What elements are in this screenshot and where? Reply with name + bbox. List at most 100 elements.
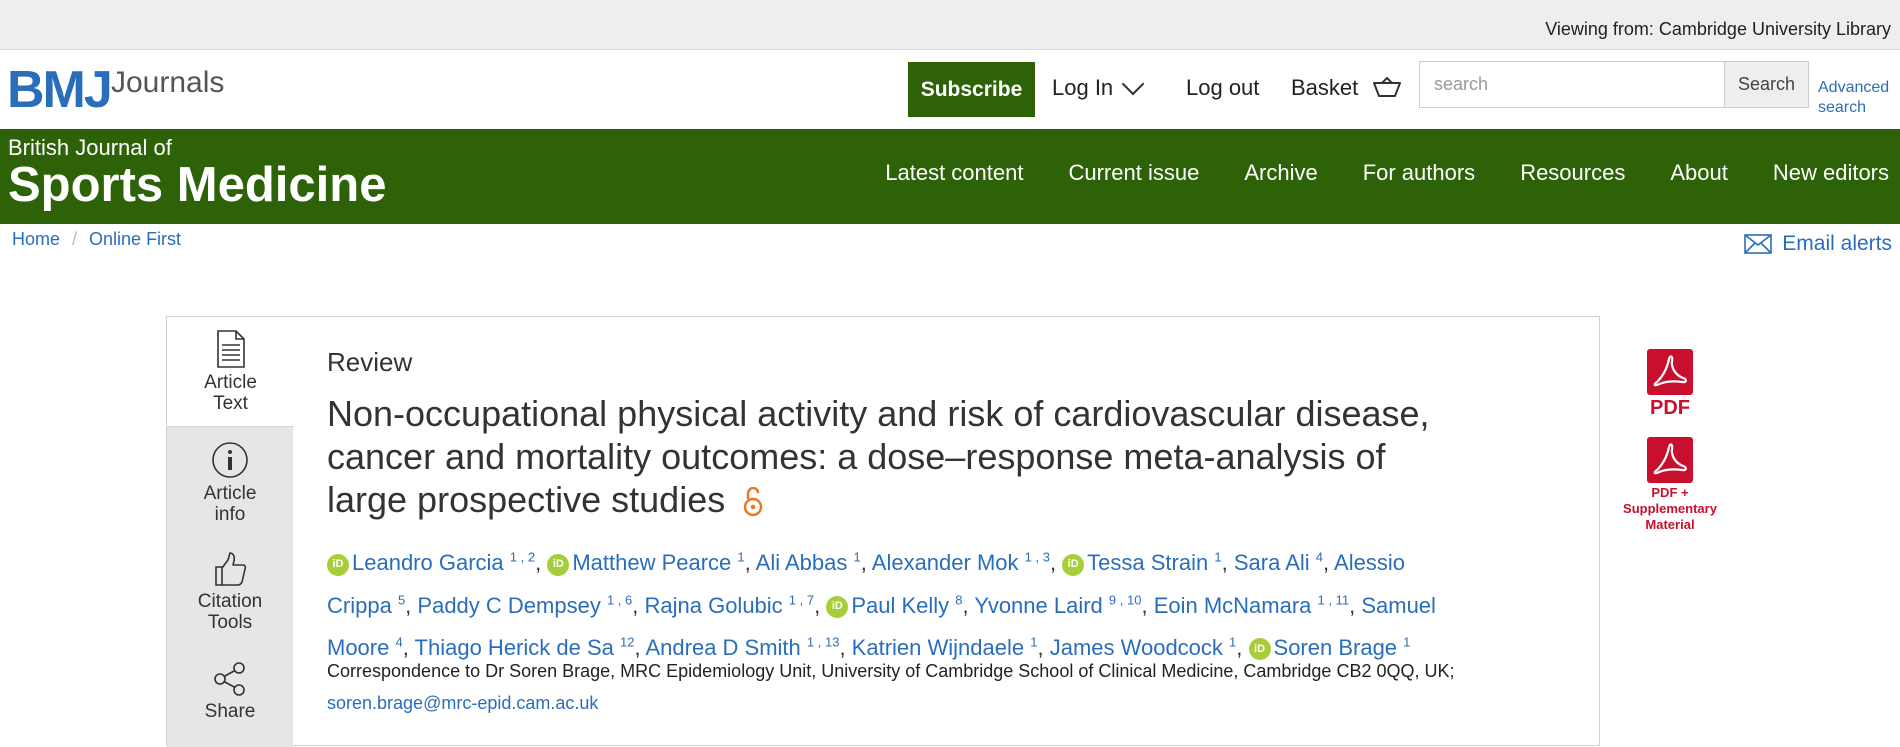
author-item: Sara Ali 4,: [1233, 550, 1335, 576]
basket-label: Basket: [1291, 75, 1359, 100]
pdf-supp-line2: Supplementary: [1623, 501, 1717, 516]
tab-citation-tools[interactable]: Citation Tools: [167, 551, 293, 633]
tab-article-info-line2: info: [214, 504, 246, 525]
logout-link[interactable]: Log out: [1186, 75, 1259, 101]
login-menu[interactable]: Log In: [1052, 72, 1145, 101]
author-link[interactable]: Yvonne Laird: [974, 593, 1102, 618]
author-item: Paddy C Dempsey 1 , 6,: [417, 592, 645, 618]
nav-current-issue[interactable]: Current issue: [1068, 160, 1199, 186]
pdf-download-button[interactable]: PDF: [1640, 349, 1700, 420]
author-affiliation[interactable]: 1 , 6: [607, 592, 632, 607]
orcid-icon[interactable]: iD: [547, 553, 570, 576]
article-type: Review: [327, 347, 413, 377]
search-form: Search: [1419, 61, 1809, 108]
author-affiliation[interactable]: 9 , 10: [1109, 592, 1142, 607]
author-affiliation[interactable]: 5: [398, 592, 405, 607]
author-link[interactable]: Matthew Pearce: [572, 550, 731, 575]
author-affiliation[interactable]: 1 , 11: [1318, 592, 1350, 607]
nav-for-authors[interactable]: For authors: [1363, 160, 1476, 186]
author-affiliation[interactable]: 1 , 13: [807, 635, 840, 650]
pdf-supp-line3: Material: [1645, 517, 1695, 532]
tab-citation-tools-line1: Citation: [197, 591, 263, 612]
search-button[interactable]: Search: [1724, 62, 1808, 107]
share-icon: [214, 662, 245, 696]
bmj-journals-logo[interactable]: BMJ Journals: [7, 58, 247, 120]
author-affiliation[interactable]: 1: [1030, 635, 1037, 650]
author-affiliation[interactable]: 1 , 7: [789, 592, 814, 607]
breadcrumb-separator: /: [72, 229, 78, 249]
breadcrumb-online-first[interactable]: Online First: [89, 229, 181, 250]
tab-citation-tools-line2: Tools: [207, 612, 253, 633]
nav-resources[interactable]: Resources: [1520, 160, 1625, 186]
article-panel: Article Text Article info Citation Tools: [166, 316, 1717, 747]
tab-article-text-line2: Text: [213, 393, 248, 414]
author-affiliation[interactable]: 1: [1403, 635, 1410, 650]
author-affiliation[interactable]: 12: [620, 635, 634, 650]
tab-article-info[interactable]: Article info: [167, 441, 293, 525]
correspondence-email[interactable]: soren.brage@mrc-epid.cam.ac.uk: [327, 693, 598, 713]
tab-article-text[interactable]: Article Text: [167, 317, 294, 427]
author-item: iD Paul Kelly 8,: [826, 592, 974, 618]
open-access-icon: [744, 487, 763, 517]
author-affiliation[interactable]: 8: [955, 592, 962, 607]
article-side-tabs: Article Text Article info Citation Tools: [167, 317, 294, 747]
email-alerts-link[interactable]: Email alerts: [1744, 232, 1892, 256]
pdf-icon: [1647, 437, 1693, 483]
author-link[interactable]: Leandro Garcia: [352, 550, 504, 575]
author-affiliation[interactable]: 4: [1316, 550, 1323, 565]
correspondence: Correspondence to Dr Soren Brage, MRC Ep…: [327, 655, 1487, 719]
pdf-icon: [1647, 349, 1693, 395]
author-link[interactable]: Ali Abbas: [756, 550, 848, 575]
author-affiliation[interactable]: 1 , 2: [510, 550, 535, 565]
correspondence-text: Correspondence to Dr Soren Brage, MRC Ep…: [327, 661, 1455, 681]
bmj-logo-text: BMJ: [7, 61, 113, 119]
tab-share[interactable]: Share: [167, 661, 293, 722]
author-item: Rajna Golubic 1 , 7,: [644, 592, 827, 618]
nav-archive[interactable]: Archive: [1244, 160, 1317, 186]
nav-about[interactable]: About: [1670, 160, 1728, 186]
author-affiliation[interactable]: 1: [1214, 550, 1221, 565]
author-item: Alexander Mok 1 , 3,: [871, 550, 1063, 576]
subscribe-button[interactable]: Subscribe: [908, 62, 1035, 117]
orcid-icon[interactable]: iD: [1062, 553, 1085, 576]
author-link[interactable]: Sara Ali: [1234, 550, 1310, 575]
viewing-from-text: Viewing from: Cambridge University Libra…: [1545, 19, 1891, 39]
envelope-icon: [1744, 234, 1773, 254]
main-nav: Latest content Current issue Archive For…: [885, 160, 1889, 186]
pdf-supplementary-button[interactable]: PDF + Supplementary Material: [1623, 437, 1717, 533]
author-item: Yvonne Laird 9 , 10,: [974, 592, 1154, 618]
author-link[interactable]: Paul Kelly: [851, 593, 949, 618]
author-link[interactable]: Rajna Golubic: [644, 593, 782, 618]
pdf-label: PDF: [1650, 397, 1690, 419]
site-header: BMJ Journals Subscribe Log In Log out Ba…: [0, 50, 1900, 129]
breadcrumb-home[interactable]: Home: [12, 229, 60, 250]
basket-link[interactable]: Basket: [1291, 75, 1402, 101]
search-input[interactable]: [1420, 62, 1724, 107]
institution-bar: Viewing from: Cambridge University Libra…: [0, 0, 1900, 50]
basket-icon: [1373, 77, 1402, 97]
journals-logo-text: Journals: [111, 66, 225, 99]
nav-latest-content[interactable]: Latest content: [885, 160, 1023, 186]
author-affiliation[interactable]: 1: [854, 550, 861, 565]
chevron-down-icon: [1121, 72, 1145, 96]
journal-title-line2: Sports Medicine: [8, 158, 387, 212]
login-label: Log In: [1052, 75, 1114, 100]
author-item: Eoin McNamara 1 , 11,: [1153, 592, 1362, 618]
email-alerts-label: Email alerts: [1782, 232, 1892, 255]
author-link[interactable]: Tessa Strain: [1087, 550, 1208, 575]
breadcrumb: Home / Online First: [12, 229, 181, 250]
author-affiliation[interactable]: 4: [395, 635, 402, 650]
author-affiliation[interactable]: 1: [737, 550, 744, 565]
tab-share-label: Share: [204, 701, 256, 722]
author-link[interactable]: Alexander Mok: [872, 550, 1019, 575]
author-affiliation[interactable]: 1: [1229, 635, 1236, 650]
author-link[interactable]: Paddy C Dempsey: [417, 593, 600, 618]
advanced-search-line1: Advanced: [1818, 79, 1890, 96]
author-affiliation[interactable]: 1 , 3: [1025, 550, 1050, 565]
advanced-search-link[interactable]: Advanced search: [1818, 78, 1889, 118]
info-icon: [212, 442, 248, 478]
nav-new-editors[interactable]: New editors: [1773, 160, 1889, 186]
orcid-icon[interactable]: iD: [826, 595, 849, 618]
orcid-icon[interactable]: iD: [327, 553, 349, 576]
author-link[interactable]: Eoin McNamara: [1154, 593, 1312, 618]
